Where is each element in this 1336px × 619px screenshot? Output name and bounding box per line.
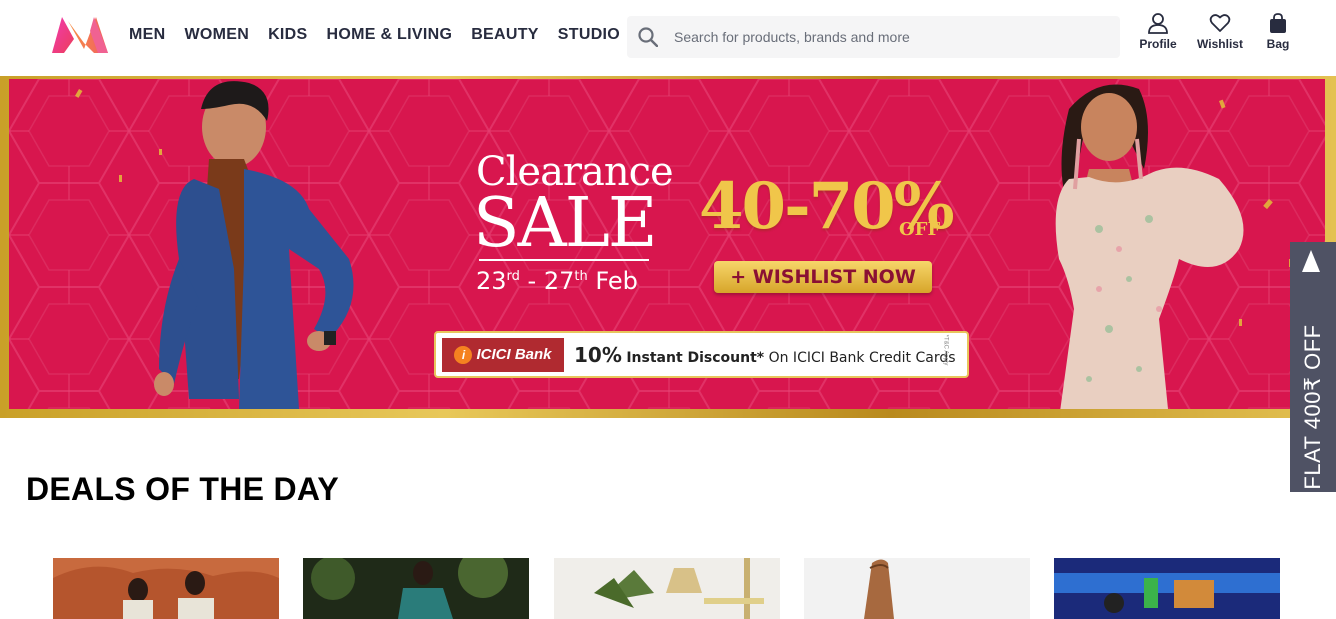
wishlist-label: Wishlist bbox=[1197, 37, 1243, 51]
deal-card-image bbox=[303, 558, 529, 619]
search-bar[interactable] bbox=[627, 16, 1120, 58]
offer-bold: Instant Discount* bbox=[626, 349, 765, 366]
banner-title-underline bbox=[479, 259, 649, 261]
profile-label: Profile bbox=[1139, 37, 1177, 51]
deal-card[interactable] bbox=[1054, 558, 1280, 619]
nav-women[interactable]: WOMEN bbox=[184, 26, 249, 44]
nav-studio[interactable]: STUDIO bbox=[558, 26, 620, 44]
discount-off-label: OFF bbox=[899, 219, 941, 240]
offer-percent: 10% bbox=[574, 342, 622, 367]
deal-card-image bbox=[53, 558, 279, 619]
main-nav: MEN WOMEN KIDS HOME & LIVING BEAUTY STUD… bbox=[129, 26, 639, 44]
banner-title-line2: SALE bbox=[473, 184, 657, 263]
deal-card[interactable] bbox=[554, 558, 780, 619]
bank-offer-text: 10% Instant Discount* On ICICI Bank Cred… bbox=[574, 343, 956, 367]
search-input[interactable] bbox=[674, 29, 1094, 45]
myntra-logo[interactable] bbox=[50, 15, 110, 55]
bank-offer-strip: i ICICI Bank 10% Instant Discount* On ICI… bbox=[434, 331, 969, 378]
tc-note: *T&C Apply bbox=[942, 334, 949, 366]
bag-button[interactable]: Bag bbox=[1258, 12, 1298, 51]
nav-home-living[interactable]: HOME & LIVING bbox=[327, 26, 453, 44]
clearance-sale-banner[interactable]: Clearance SALE 23rd - 27th Feb 40-70% OF… bbox=[0, 76, 1336, 418]
deal-card-image bbox=[554, 558, 780, 619]
user-icon bbox=[1148, 13, 1168, 34]
banner-body: Clearance SALE 23rd - 27th Feb 40-70% OF… bbox=[9, 79, 1325, 409]
icici-bank-logo: i ICICI Bank bbox=[442, 337, 564, 372]
header-actions: Profile Wishlist Bag bbox=[1132, 12, 1298, 51]
deals-section-title: DEALS OF THE DAY bbox=[26, 471, 339, 507]
deal-card[interactable] bbox=[53, 558, 279, 619]
bag-label: Bag bbox=[1266, 37, 1290, 51]
offer-rest: On ICICI Bank Credit Cards bbox=[768, 349, 956, 366]
female-model-image bbox=[1055, 84, 1244, 409]
male-model-image bbox=[154, 81, 354, 409]
profile-button[interactable]: Profile bbox=[1132, 12, 1184, 51]
deal-card[interactable] bbox=[303, 558, 529, 619]
bag-icon bbox=[1270, 13, 1286, 33]
flat-offer-tab[interactable]: FLAT 400₹ OFF bbox=[1290, 242, 1336, 492]
top-header: MEN WOMEN KIDS HOME & LIVING BEAUTY STUD… bbox=[0, 0, 1336, 76]
date-sep: - 27 bbox=[519, 267, 575, 295]
banner-dates: 23rd - 27th Feb bbox=[476, 267, 638, 295]
nav-kids[interactable]: KIDS bbox=[268, 26, 307, 44]
bank-name: ICICI Bank bbox=[476, 346, 552, 363]
flat-offer-label: FLAT 400₹ OFF bbox=[1300, 324, 1325, 490]
date-month: Feb bbox=[587, 267, 638, 295]
deal-card[interactable] bbox=[804, 558, 1030, 619]
wishlist-now-button[interactable]: + WISHLIST NOW bbox=[714, 261, 932, 293]
search-icon[interactable] bbox=[638, 27, 658, 47]
triangle-up-icon bbox=[1302, 250, 1320, 272]
deal-card-image bbox=[804, 558, 1030, 619]
deal-card-image bbox=[1054, 558, 1280, 619]
date-start: 23 bbox=[476, 267, 507, 295]
date-start-suffix: rd bbox=[506, 269, 520, 284]
wishlist-button[interactable]: Wishlist bbox=[1190, 12, 1250, 51]
nav-beauty[interactable]: BEAUTY bbox=[471, 26, 539, 44]
date-end-suffix: th bbox=[574, 269, 588, 284]
heart-icon bbox=[1209, 14, 1231, 32]
nav-men[interactable]: MEN bbox=[129, 26, 165, 44]
